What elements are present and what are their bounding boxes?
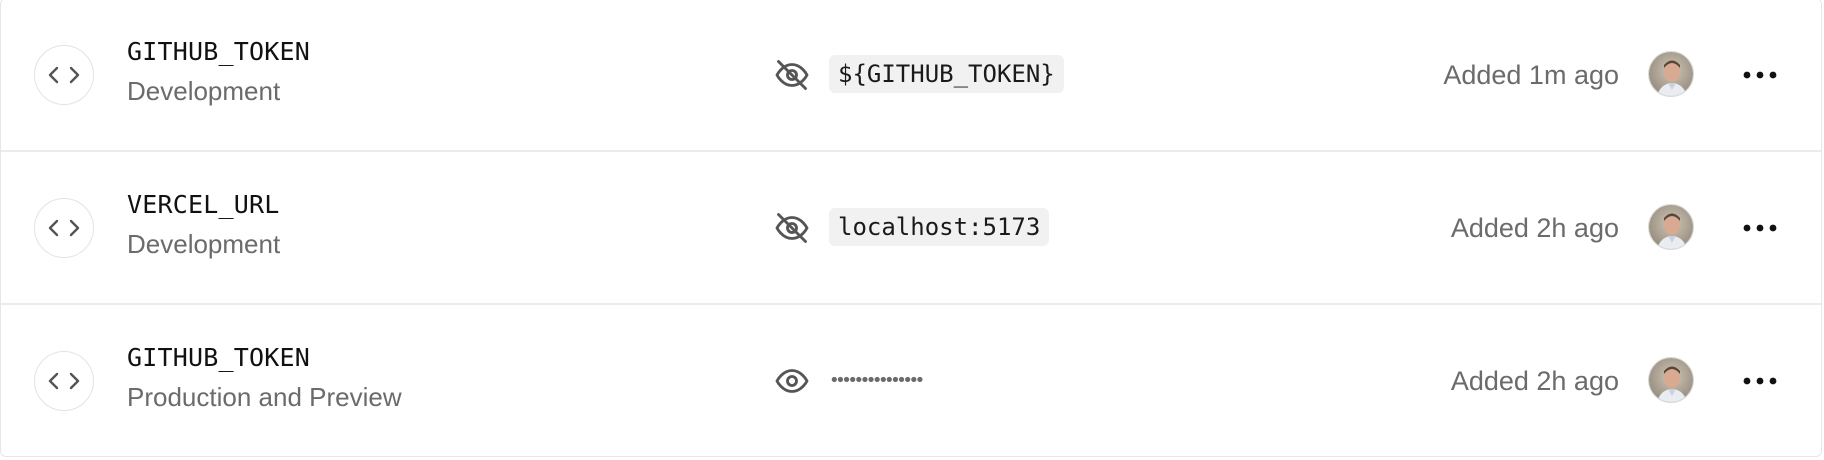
user-avatar [1648,51,1694,97]
more-horizontal-icon [1743,71,1777,79]
eye-off-icon[interactable] [774,57,810,93]
variable-environment: Production and Preview [127,382,402,412]
more-options-button[interactable] [1738,53,1782,97]
more-horizontal-icon [1743,224,1777,232]
added-timestamp: Added 1m ago [1443,60,1619,90]
code-icon [34,351,94,411]
eye-off-icon[interactable] [774,210,810,246]
user-avatar [1648,204,1694,250]
variable-value: ${GITHUB_TOKEN} [829,55,1064,93]
variable-environment: Development [127,76,281,106]
env-variables-list: GITHUB_TOKEN Development ${GITHUB_TOKEN}… [0,0,1822,457]
env-variable-row: GITHUB_TOKEN Production and Preview ••••… [1,305,1821,456]
eye-icon[interactable] [774,363,810,399]
more-options-button[interactable] [1738,206,1782,250]
variable-environment: Development [127,229,281,259]
env-variable-row: VERCEL_URL Development localhost:5173 Ad… [1,152,1821,305]
variable-value: localhost:5173 [829,208,1050,246]
added-timestamp: Added 2h ago [1450,366,1619,396]
code-icon [34,45,94,105]
env-variable-row: GITHUB_TOKEN Development ${GITHUB_TOKEN}… [1,0,1821,152]
variable-name: VERCEL_URL [127,190,280,219]
more-options-button[interactable] [1738,359,1782,403]
variable-name: GITHUB_TOKEN [127,343,311,372]
code-icon [34,198,94,258]
more-horizontal-icon [1743,377,1777,385]
masked-value: ••••••••••••••• [829,370,925,391]
user-avatar [1648,357,1694,403]
variable-name: GITHUB_TOKEN [127,37,311,66]
added-timestamp: Added 2h ago [1450,213,1619,243]
